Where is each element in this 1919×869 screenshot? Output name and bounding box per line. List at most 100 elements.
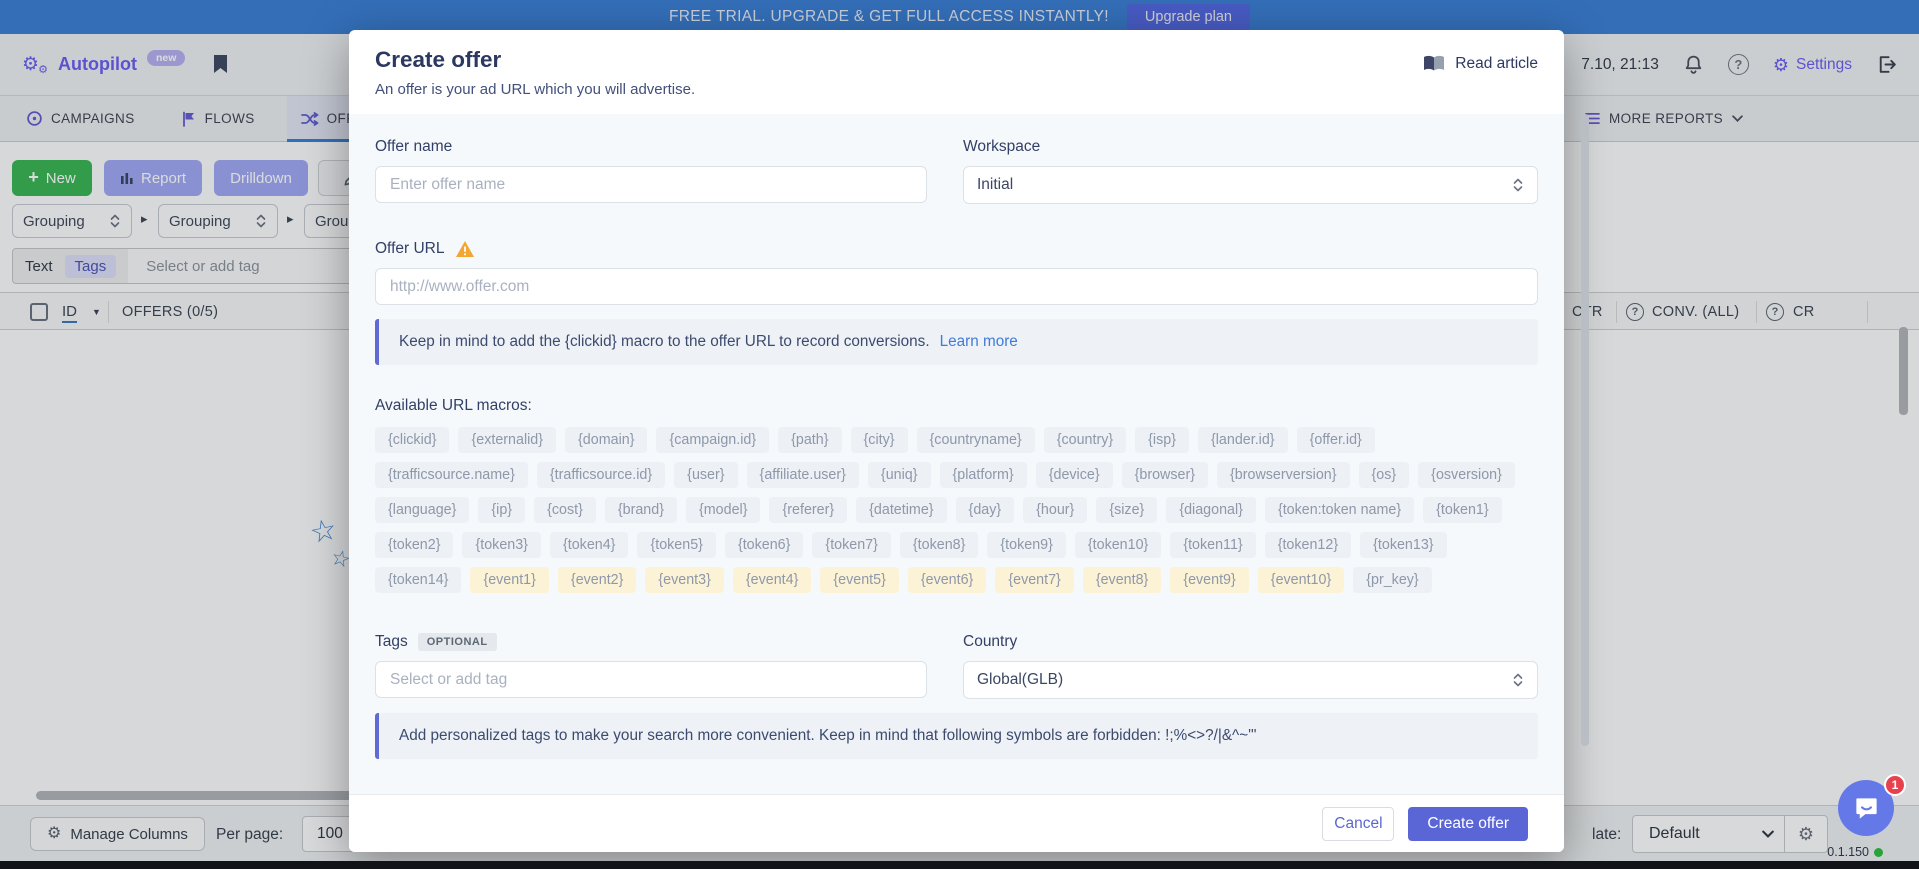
- taskbar-strip: [0, 861, 1919, 869]
- macro-chip[interactable]: {platform}: [940, 462, 1027, 488]
- macro-chip[interactable]: {language}: [375, 497, 469, 523]
- cancel-button[interactable]: Cancel: [1322, 807, 1394, 841]
- macro-chip[interactable]: {affiliate.user}: [747, 462, 859, 488]
- macro-chip[interactable]: {ip}: [478, 497, 525, 523]
- macro-chip[interactable]: {path}: [778, 427, 841, 453]
- macros-label: Available URL macros:: [375, 397, 1538, 415]
- updown-chevrons-icon: [1512, 672, 1524, 688]
- macro-chip[interactable]: {day}: [956, 497, 1015, 523]
- macro-chip[interactable]: {event3}: [645, 567, 723, 593]
- modal-body: Offer name Workspace Initial Offer URL: [349, 114, 1564, 794]
- macro-chips: {clickid} {externalid} {domain} {campaign.i…: [375, 427, 1527, 593]
- macro-chip[interactable]: {event7}: [995, 567, 1073, 593]
- read-article-link[interactable]: Read article: [1422, 47, 1538, 114]
- chat-icon: [1853, 795, 1880, 822]
- macro-chip[interactable]: {token4}: [550, 532, 628, 558]
- tags-note: Add personalized tags to make your searc…: [375, 713, 1538, 759]
- macro-chip[interactable]: {device}: [1036, 462, 1113, 488]
- macro-chip[interactable]: {domain}: [565, 427, 647, 453]
- macro-chip[interactable]: {event2}: [558, 567, 636, 593]
- workspace-label: Workspace: [963, 138, 1538, 156]
- macro-chip[interactable]: {offer.id}: [1297, 427, 1375, 453]
- macro-chip[interactable]: {token5}: [637, 532, 715, 558]
- read-article-label: Read article: [1455, 55, 1538, 73]
- create-offer-button[interactable]: Create offer: [1408, 807, 1528, 841]
- updown-chevrons-icon: [1512, 177, 1524, 193]
- offer-name-input[interactable]: [375, 166, 927, 203]
- macro-chip[interactable]: {isp}: [1135, 427, 1189, 453]
- book-icon: [1422, 55, 1446, 73]
- macro-chip[interactable]: {model}: [686, 497, 761, 523]
- macro-chip[interactable]: {browser}: [1122, 462, 1208, 488]
- modal-title: Create offer: [375, 47, 695, 73]
- macro-chip[interactable]: {lander.id}: [1198, 427, 1288, 453]
- modal-footer: Cancel Create offer: [349, 794, 1564, 852]
- macro-chip[interactable]: {user}: [674, 462, 737, 488]
- macro-chip[interactable]: {token14}: [375, 567, 461, 593]
- macro-chip[interactable]: {event9}: [1170, 567, 1248, 593]
- macro-chip[interactable]: {osversion}: [1418, 462, 1515, 488]
- macro-chip[interactable]: {city}: [851, 427, 908, 453]
- macro-chip[interactable]: {country}: [1044, 427, 1126, 453]
- macro-chip[interactable]: {token10}: [1075, 532, 1161, 558]
- tags-country-row: Tags OPTIONAL Country Global(GLB): [375, 633, 1538, 699]
- country-select[interactable]: Global(GLB): [963, 661, 1538, 699]
- offer-url-label-row: Offer URL: [375, 240, 1538, 258]
- macro-chip[interactable]: {event1}: [470, 567, 548, 593]
- macro-chip[interactable]: {browserversion}: [1217, 462, 1350, 488]
- macro-chip[interactable]: {token8}: [900, 532, 978, 558]
- chat-unread-badge: 1: [1884, 774, 1906, 796]
- macro-chip[interactable]: {token6}: [725, 532, 803, 558]
- optional-badge: OPTIONAL: [418, 633, 497, 651]
- macro-chip[interactable]: {event10}: [1258, 567, 1344, 593]
- macro-chip[interactable]: {size}: [1096, 497, 1157, 523]
- macro-chip[interactable]: {datetime}: [856, 497, 946, 523]
- offer-url-input[interactable]: [375, 268, 1538, 305]
- macro-chip[interactable]: {campaign.id}: [656, 427, 769, 453]
- macro-chip[interactable]: {token12}: [1265, 532, 1351, 558]
- macro-chip[interactable]: {referer}: [769, 497, 847, 523]
- modal-subtitle: An offer is your ad URL which you will a…: [375, 81, 695, 98]
- macro-chip[interactable]: {token3}: [462, 532, 540, 558]
- macro-chip[interactable]: {event5}: [820, 567, 898, 593]
- macro-chip[interactable]: {diagonal}: [1166, 497, 1256, 523]
- online-status-dot: [1874, 848, 1883, 857]
- macro-chip[interactable]: {externalid}: [458, 427, 556, 453]
- screen: FREE TRIAL. UPGRADE & GET FULL ACCESS IN…: [0, 0, 1919, 869]
- macro-chip[interactable]: {token2}: [375, 532, 453, 558]
- macro-chip[interactable]: {event4}: [733, 567, 811, 593]
- tags-input[interactable]: [375, 661, 927, 698]
- macro-chip[interactable]: {trafficsource.name}: [375, 462, 528, 488]
- tags-label-row: Tags OPTIONAL: [375, 633, 927, 651]
- macro-chip[interactable]: {trafficsource.id}: [537, 462, 665, 488]
- version-label: 0.1.150: [1827, 845, 1883, 859]
- macro-chip[interactable]: {token11}: [1170, 532, 1255, 558]
- macro-chip[interactable]: {token:token name}: [1265, 497, 1414, 523]
- macro-chip[interactable]: {uniq}: [868, 462, 931, 488]
- macro-chip[interactable]: {event6}: [908, 567, 986, 593]
- learn-more-link[interactable]: Learn more: [940, 333, 1018, 351]
- create-offer-modal: Create offer An offer is your ad URL whi…: [349, 30, 1564, 852]
- macro-chip[interactable]: {brand}: [605, 497, 677, 523]
- modal-scrollbar[interactable]: [1581, 114, 1589, 746]
- modal-title-block: Create offer An offer is your ad URL whi…: [375, 47, 695, 114]
- macro-chip[interactable]: {cost}: [534, 497, 596, 523]
- macro-chip[interactable]: {clickid}: [375, 427, 449, 453]
- modal-header: Create offer An offer is your ad URL whi…: [349, 30, 1564, 114]
- clickid-note: Keep in mind to add the {clickid} macro …: [375, 319, 1538, 365]
- clickid-note-text: Keep in mind to add the {clickid} macro …: [399, 333, 930, 351]
- macro-chip[interactable]: {token1}: [1423, 497, 1501, 523]
- macro-chip[interactable]: {token7}: [812, 532, 890, 558]
- macro-chip[interactable]: {os}: [1359, 462, 1410, 488]
- macro-chip[interactable]: {token13}: [1360, 532, 1446, 558]
- macro-chip[interactable]: {token9}: [987, 532, 1065, 558]
- macro-chip[interactable]: {event8}: [1083, 567, 1161, 593]
- macro-chip[interactable]: {hour}: [1023, 497, 1087, 523]
- country-label: Country: [963, 633, 1538, 651]
- macro-chip[interactable]: {pr_key}: [1353, 567, 1431, 593]
- macro-chip[interactable]: {countryname}: [917, 427, 1035, 453]
- workspace-select[interactable]: Initial: [963, 166, 1538, 204]
- name-workspace-row: Offer name Workspace Initial: [375, 138, 1538, 204]
- tags-note-text: Add personalized tags to make your searc…: [399, 727, 1256, 745]
- tags-label: Tags: [375, 633, 408, 651]
